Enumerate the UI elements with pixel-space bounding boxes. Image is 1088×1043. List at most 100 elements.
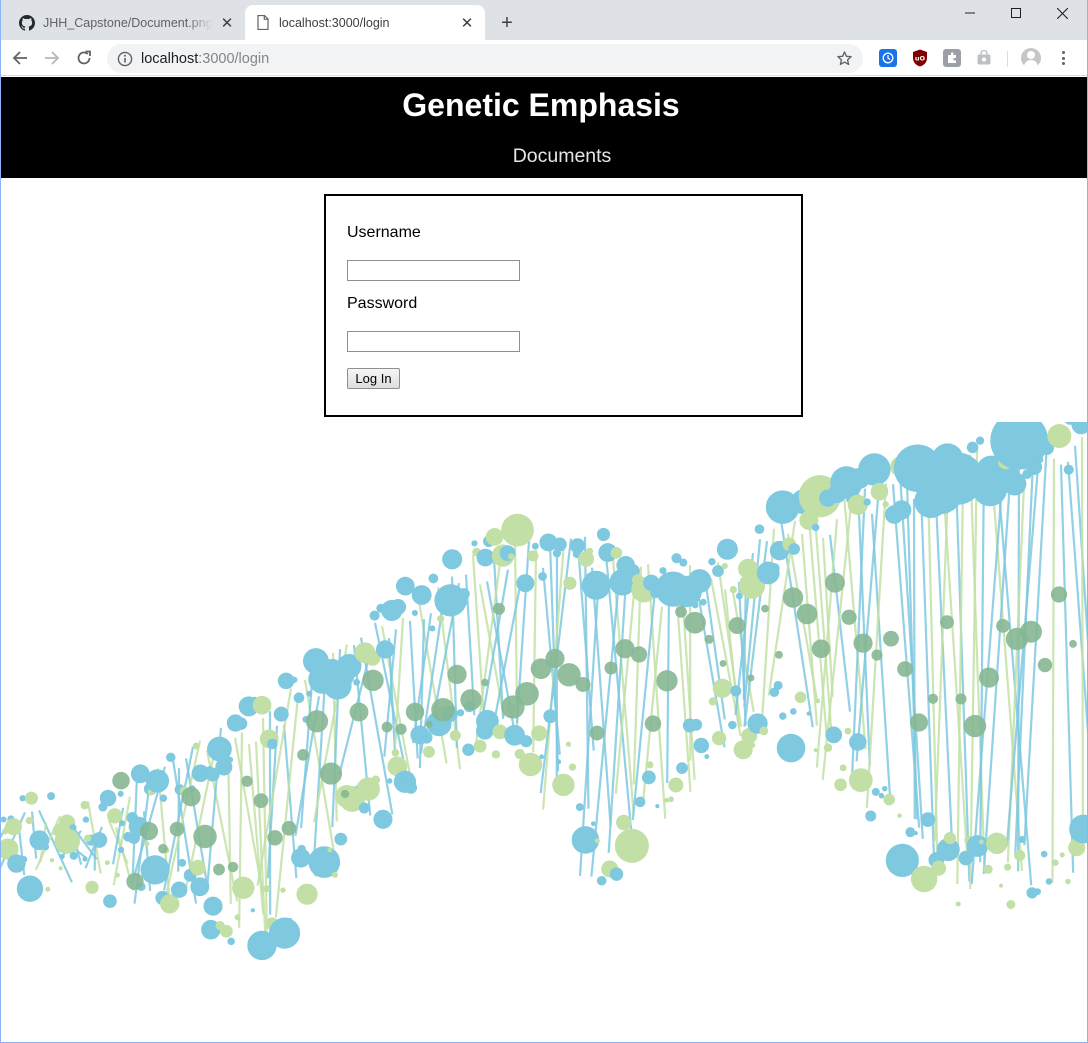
- helix-node: [1045, 878, 1053, 885]
- helix-node: [293, 692, 305, 704]
- ublock-extension-icon[interactable]: uO: [911, 49, 929, 67]
- helix-node: [491, 750, 501, 759]
- bag-extension-icon[interactable]: [975, 49, 993, 67]
- new-tab-icon[interactable]: +: [495, 11, 519, 35]
- helix-node: [788, 543, 800, 555]
- helix-node: [690, 718, 703, 731]
- helix-node: [956, 452, 966, 463]
- tab-close-icon[interactable]: ✕: [219, 15, 235, 32]
- helix-strand-line: [274, 696, 300, 918]
- forward-icon[interactable]: [39, 45, 65, 71]
- helix-node: [676, 762, 688, 774]
- password-input[interactable]: [347, 331, 520, 352]
- back-icon[interactable]: [7, 45, 33, 71]
- helix-strand-line: [912, 498, 916, 820]
- helix-node: [641, 770, 656, 785]
- helix-node: [806, 711, 811, 716]
- helix-node: [712, 678, 733, 698]
- tab-strip: JHH_Capstone/Document.png at ✕ localhost…: [1, 0, 1087, 40]
- helix-node: [1006, 900, 1016, 909]
- helix-node: [508, 553, 515, 560]
- helix-node: [386, 778, 393, 784]
- helix-node: [353, 678, 361, 686]
- helix-node: [192, 742, 200, 750]
- helix-node: [252, 695, 272, 715]
- helix-node: [1071, 422, 1087, 435]
- helix-node: [749, 742, 756, 749]
- url-path: :3000/login: [198, 50, 270, 67]
- helix-node: [340, 789, 350, 799]
- helix-node: [668, 777, 684, 793]
- helix-node: [58, 866, 63, 871]
- nav-link-documents[interactable]: Documents: [1, 145, 1087, 168]
- helix-node: [776, 733, 806, 763]
- puzzle-extension-icon[interactable]: [943, 49, 961, 67]
- helix-node: [708, 557, 716, 566]
- helix-node: [704, 754, 710, 760]
- helix-node: [428, 573, 439, 584]
- username-input[interactable]: [347, 260, 520, 281]
- helix-node: [145, 769, 170, 793]
- helix-node: [675, 605, 687, 618]
- helix-node: [492, 602, 506, 615]
- helix-node: [516, 574, 535, 593]
- helix-node: [999, 883, 1004, 888]
- site-title: Genetic Emphasis: [402, 87, 680, 123]
- helix-node: [91, 832, 108, 848]
- profile-avatar[interactable]: [1021, 48, 1041, 68]
- helix-node: [1050, 586, 1068, 603]
- helix-node: [280, 887, 286, 893]
- helix-node: [395, 576, 415, 596]
- login-button[interactable]: Log In: [347, 368, 400, 389]
- minimize-icon[interactable]: [947, 0, 993, 26]
- helix-node: [126, 872, 144, 891]
- login-form: Username Password Log In: [324, 194, 803, 417]
- helix-node: [719, 660, 727, 667]
- helix-node: [634, 796, 646, 808]
- info-icon[interactable]: [117, 51, 133, 67]
- helix-node: [334, 832, 348, 846]
- helix-node: [85, 880, 99, 894]
- clock-extension-icon[interactable]: [879, 49, 897, 67]
- helix-node: [773, 680, 783, 690]
- address-bar[interactable]: localhost:3000/login: [107, 44, 863, 73]
- helix-node: [728, 617, 746, 634]
- helix-node: [268, 917, 301, 949]
- helix-node: [565, 741, 572, 747]
- helix-node: [189, 859, 206, 876]
- helix-node: [203, 896, 223, 916]
- helix-node: [858, 453, 891, 486]
- helix-node: [616, 814, 632, 831]
- reload-icon[interactable]: [71, 45, 97, 71]
- helix-node: [930, 860, 947, 876]
- helix-node: [881, 785, 888, 792]
- maximize-icon[interactable]: [993, 0, 1039, 26]
- tab-github[interactable]: JHH_Capstone/Document.png at ✕: [9, 5, 245, 40]
- url-host: localhost: [141, 50, 199, 67]
- helix-node: [704, 634, 714, 645]
- helix-node: [429, 625, 436, 632]
- helix-node: [226, 756, 234, 763]
- helix-node: [127, 831, 140, 844]
- helix-node: [955, 693, 967, 705]
- helix-node: [250, 908, 255, 913]
- helix-node: [644, 715, 662, 732]
- helix-node: [306, 690, 313, 697]
- tab-close-icon[interactable]: ✕: [459, 15, 475, 32]
- helix-node: [1069, 639, 1077, 648]
- helix-node: [575, 676, 591, 692]
- helix-node: [563, 576, 577, 590]
- helix-node: [181, 786, 201, 807]
- username-label: Username: [347, 224, 421, 241]
- close-icon[interactable]: [1039, 0, 1085, 26]
- bookmark-star-icon[interactable]: [836, 50, 853, 67]
- helix-node: [983, 864, 993, 874]
- helix-node: [630, 646, 648, 663]
- menu-kebab-icon[interactable]: [1057, 49, 1069, 67]
- helix-node: [391, 748, 400, 757]
- helix-node: [1022, 426, 1030, 434]
- helix-node: [878, 792, 885, 799]
- tab-localhost-login[interactable]: localhost:3000/login ✕: [245, 5, 485, 40]
- helix-node: [140, 855, 170, 885]
- helix-node: [234, 914, 241, 921]
